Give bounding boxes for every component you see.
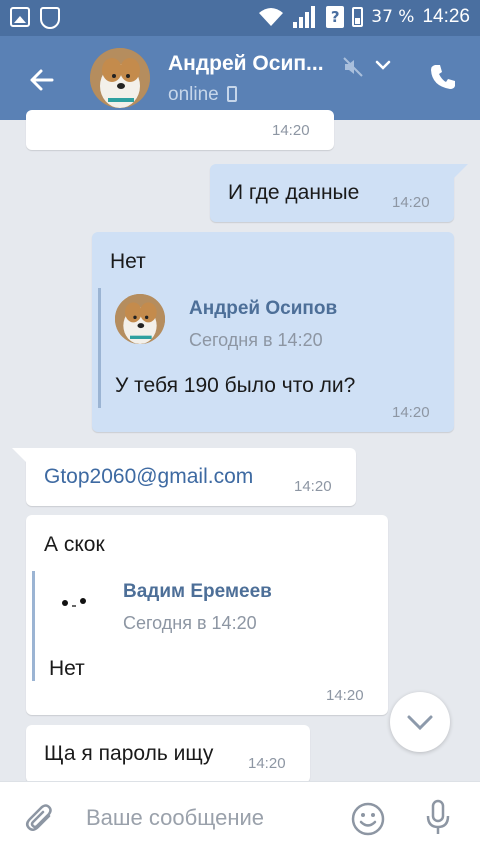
message-time: 14:20: [248, 755, 286, 772]
back-arrow-icon[interactable]: [22, 60, 62, 100]
shield-app-icon: [40, 7, 60, 29]
message-text: Ща я пароль ищу: [44, 742, 214, 765]
forwarded-message[interactable]: Андрей Осипов Сегодня в 14:20 У тебя 190…: [98, 288, 418, 408]
chevron-down-icon: [407, 715, 433, 731]
battery-icon: [352, 7, 364, 27]
contact-status-text: online: [168, 84, 219, 105]
message-input[interactable]: [86, 798, 336, 838]
chat-header: Андрей Осип... online: [0, 36, 480, 120]
forward-author[interactable]: Андрей Осипов: [189, 298, 337, 320]
forward-text: У тебя 190 было что ли?: [115, 374, 356, 397]
message-bubble-incoming[interactable]: Gtop2060@gmail.com 14:20: [12, 448, 356, 506]
chevron-down-icon[interactable]: [374, 58, 392, 72]
forward-date: Сегодня в 14:20: [123, 613, 257, 633]
contact-status: online: [168, 84, 237, 106]
avatar[interactable]: [90, 48, 150, 108]
forward-date: Сегодня в 14:20: [189, 330, 323, 350]
message-bubble-incoming[interactable]: Ща я пароль ищу 14:20: [26, 725, 310, 783]
message-bubble-outgoing[interactable]: И где данные 14:20: [210, 164, 468, 222]
unknown-sim-icon: ?: [326, 6, 345, 28]
emoji-icon[interactable]: [350, 801, 386, 837]
message-bubble-incoming[interactable]: 14:20: [26, 110, 334, 150]
microphone-icon[interactable]: [424, 798, 452, 838]
forward-author-avatar: [115, 294, 165, 344]
status-time: 14:26: [422, 6, 470, 27]
muted-icon: [343, 57, 363, 77]
message-text: Нет: [110, 250, 146, 273]
email-link[interactable]: Gtop2060@gmail.com: [44, 465, 253, 489]
message-time: 14:20: [272, 122, 310, 139]
message-text: А скок: [44, 533, 105, 556]
forward-author[interactable]: Вадим Еремеев: [123, 581, 272, 603]
wifi-icon: [259, 8, 284, 26]
attach-icon[interactable]: [24, 802, 58, 836]
gallery-icon: [10, 7, 30, 27]
contact-name[interactable]: Андрей Осип...: [168, 52, 324, 76]
message-input-bar: [0, 781, 480, 854]
forwarded-message[interactable]: Вадим Еремеев Сегодня в 14:20 Нет: [32, 571, 352, 681]
scroll-to-bottom-button[interactable]: [390, 692, 450, 752]
message-bubble-incoming[interactable]: А скок Вадим Еремеев Сегодня в 14:20 Нет…: [26, 515, 388, 715]
forward-author-avatar: [49, 577, 99, 627]
message-bubble-outgoing[interactable]: Нет Андрей Осипов Сегодня в 14:20 У тебя…: [92, 232, 454, 432]
message-time: 14:20: [392, 194, 430, 211]
status-bar: ? 37 % 14:26: [0, 0, 480, 36]
message-time: 14:20: [294, 478, 332, 495]
message-time: 14:20: [392, 404, 430, 421]
phone-icon[interactable]: [428, 62, 458, 92]
mobile-device-icon: [226, 86, 237, 102]
message-text: И где данные: [228, 181, 360, 204]
battery-percent: 37 %: [371, 7, 415, 27]
signal-icon: [293, 6, 316, 28]
forward-text: Нет: [49, 657, 85, 680]
message-time: 14:20: [326, 687, 364, 704]
